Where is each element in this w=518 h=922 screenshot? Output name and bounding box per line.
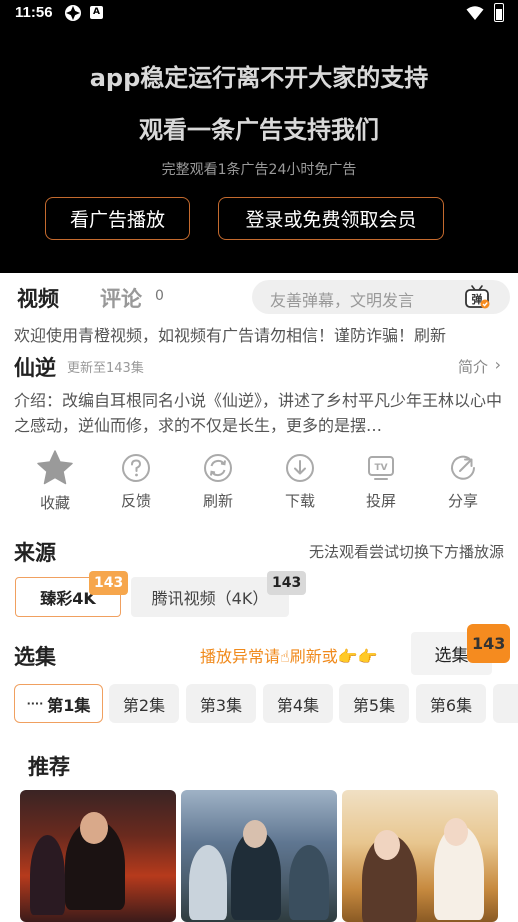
wifi-icon	[466, 6, 484, 20]
action-label: 投屏	[365, 492, 396, 510]
show-description: 介绍：改编自耳根同名小说《仙逆》，讲述了乡村平凡少年王林以心中之感动，逆仙而修，…	[14, 391, 503, 435]
comment-count: 0	[155, 288, 164, 304]
action-label: 下载	[284, 492, 315, 510]
update-status: 更新至143集	[67, 361, 144, 376]
episodes-hint: 播放异常请☝刷新或👉👉	[200, 647, 378, 666]
ad-banner: 11:56 A app稳定运行离不开大家的支持 观看一条广告支持我们 完整观看1…	[0, 0, 518, 273]
app-status-icon	[65, 5, 81, 21]
action-label: 刷新	[202, 492, 233, 510]
recommend-poster[interactable]	[181, 790, 337, 922]
share-icon	[451, 455, 475, 480]
recommend-poster[interactable]	[20, 790, 176, 922]
intro-link[interactable]: 简介	[458, 356, 488, 377]
refresh-button[interactable]: 刷新	[177, 448, 259, 511]
recommend-list	[0, 790, 518, 922]
battery-icon	[494, 3, 504, 22]
danmu-placeholder: 友善弹幕，文明发言	[270, 291, 415, 310]
question-icon	[122, 454, 150, 482]
episode-count-badge: 143	[467, 624, 511, 663]
source-option-tencent[interactable]: 腾讯视频（4K）	[131, 577, 289, 617]
status-bar: 11:56 A	[0, 0, 518, 28]
ad-subtitle: 完整观看1条广告24小时免广告	[161, 162, 357, 178]
star-icon	[37, 450, 73, 485]
source-count-badge: 143	[89, 571, 129, 595]
episode-item[interactable]: 第4集	[263, 684, 333, 723]
download-button[interactable]: 下载	[259, 448, 341, 511]
notice-marquee: 欢迎使用青橙视频，如视频有广告请勿相信！谨防诈骗！刷新	[14, 326, 447, 345]
action-label: 反馈	[120, 492, 151, 510]
action-label: 分享	[447, 492, 478, 510]
danmu-input[interactable]: 友善弹幕，文明发言 弹	[252, 280, 510, 314]
login-button[interactable]: 登录或免费领取会员	[218, 197, 444, 240]
tv-icon: TV	[368, 456, 394, 480]
tab-comment[interactable]: 评论	[100, 283, 142, 313]
show-title: 仙逆	[14, 356, 56, 380]
episode-item[interactable]: 第3集	[186, 684, 256, 723]
refresh-icon	[204, 454, 232, 482]
action-label: 收藏	[39, 494, 70, 512]
episode-item-partial[interactable]	[493, 684, 518, 723]
action-bar: 收藏 反馈 刷新 下载 TV 投屏 分享	[0, 448, 518, 520]
svg-text:TV: TV	[374, 463, 387, 473]
episode-item[interactable]: 第2集	[109, 684, 179, 723]
watch-ad-button[interactable]: 看广告播放	[45, 197, 190, 240]
status-time: 11:56	[15, 4, 53, 21]
danmu-toggle-icon[interactable]: 弹	[464, 284, 490, 310]
episode-list: ···· 第1集 第2集 第3集 第4集 第5集 第6集	[14, 684, 518, 724]
cast-button[interactable]: TV 投屏	[340, 448, 422, 511]
chevron-right-icon[interactable]: ›	[495, 355, 501, 374]
episode-item[interactable]: ···· 第1集	[14, 684, 103, 723]
share-button[interactable]: 分享	[422, 448, 504, 511]
source-hint: 无法观看尝试切换下方播放源	[308, 543, 504, 561]
tab-video[interactable]: 视频	[17, 283, 59, 313]
feedback-button[interactable]: 反馈	[95, 448, 177, 511]
notification-badge-icon: A	[90, 6, 103, 19]
playing-indicator-icon: ····	[26, 697, 44, 710]
ad-title-line1: app稳定运行离不开大家的支持	[89, 64, 429, 92]
recommend-title: 推荐	[28, 755, 70, 779]
recommend-poster[interactable]	[342, 790, 498, 922]
favorite-button[interactable]: 收藏	[14, 448, 96, 513]
ad-title-line2: 观看一条广告支持我们	[139, 116, 379, 144]
source-count-badge: 143	[267, 571, 307, 595]
episode-item[interactable]: 第5集	[339, 684, 409, 723]
episodes-title: 选集	[14, 645, 56, 669]
source-title: 来源	[14, 541, 56, 565]
episode-label: 第1集	[47, 695, 91, 715]
download-icon	[286, 454, 314, 482]
episode-item[interactable]: 第6集	[416, 684, 486, 723]
